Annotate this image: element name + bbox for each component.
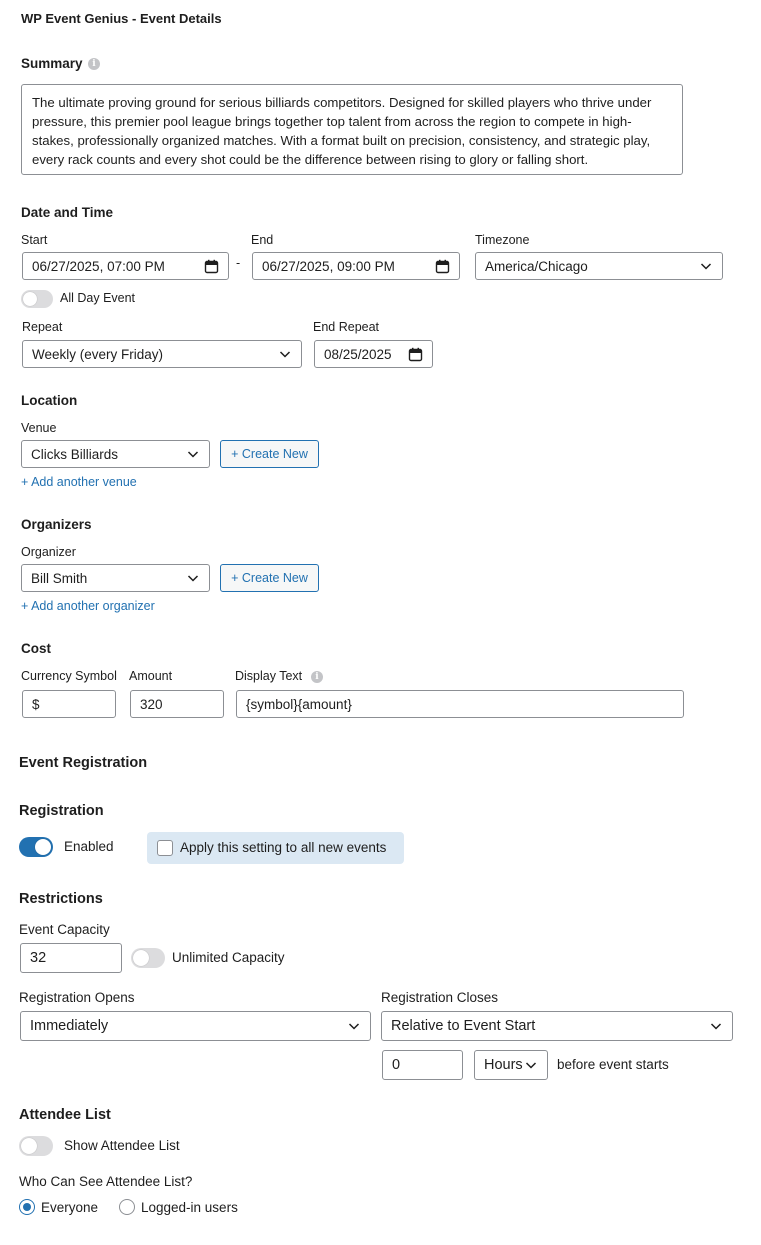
registration-heading: Registration [19,803,104,819]
chevron-down-icon [709,1019,723,1033]
chevron-down-icon [186,447,200,461]
organizer-value: Bill Smith [31,570,88,586]
amount-input[interactable]: 320 [130,690,224,718]
show-attendee-label: Show Attendee List [64,1138,180,1153]
organizers-heading: Organizers [21,517,92,532]
all-day-label: All Day Event [60,291,136,305]
capacity-value: 32 [30,950,47,966]
organizer-select[interactable]: Bill Smith [21,564,210,592]
add-organizer-link[interactable]: + Add another organizer [21,599,155,613]
add-venue-link[interactable]: + Add another venue [21,475,137,489]
repeat-label: Repeat [22,320,63,334]
amount-value: 320 [140,696,163,712]
registration-opens-select[interactable]: Immediately [20,1011,371,1041]
page-title: WP Event Genius - Event Details [21,11,222,26]
repeat-value: Weekly (every Friday) [32,346,164,362]
registration-opens-label: Registration Opens [19,990,135,1005]
registration-closes-label: Registration Closes [381,990,499,1005]
apply-all-checkbox[interactable] [157,840,173,856]
capacity-input[interactable]: 32 [20,943,122,973]
cost-heading: Cost [21,641,51,656]
unlimited-capacity-toggle[interactable] [131,948,165,968]
apply-all-label: Apply this setting to all new events [180,840,387,855]
create-venue-button[interactable]: + Create New [220,440,319,468]
calendar-icon[interactable] [408,347,423,362]
date-separator: - [236,256,241,270]
end-repeat-input[interactable]: 08/25/2025 [314,340,433,368]
display-text-label: Display Text [235,669,303,683]
start-label: Start [21,233,48,247]
chevron-down-icon [699,259,713,273]
close-unit-select[interactable]: Hours [474,1050,548,1080]
currency-input[interactable]: $ [22,690,116,718]
venue-select[interactable]: Clicks Billiards [21,440,210,468]
info-icon[interactable]: i [88,58,100,70]
venue-label: Venue [21,421,57,435]
repeat-select[interactable]: Weekly (every Friday) [22,340,302,368]
end-label: End [251,233,274,247]
end-repeat-label: End Repeat [313,320,380,334]
chevron-down-icon [524,1058,538,1072]
all-day-toggle[interactable] [21,290,53,308]
timezone-select[interactable]: America/Chicago [475,252,723,280]
attendee-list-heading: Attendee List [19,1107,111,1123]
display-text-value: {symbol}{amount} [246,696,352,712]
timezone-value: America/Chicago [485,258,588,274]
display-text-input[interactable]: {symbol}{amount} [236,690,684,718]
radio-logged-in[interactable] [119,1199,135,1215]
event-registration-heading: Event Registration [19,755,148,771]
restrictions-heading: Restrictions [19,891,103,907]
amount-label: Amount [129,669,173,683]
registration-opens-value: Immediately [30,1018,109,1034]
registration-closes-value: Relative to Event Start [391,1018,536,1034]
calendar-icon[interactable] [435,259,450,274]
timezone-label: Timezone [475,233,530,247]
capacity-label: Event Capacity [19,922,110,937]
organizer-label: Organizer [21,545,76,559]
registration-closes-select[interactable]: Relative to Event Start [381,1011,733,1041]
radio-everyone-label: Everyone [41,1200,99,1215]
unlimited-capacity-label: Unlimited Capacity [172,950,285,965]
apply-all-option[interactable]: Apply this setting to all new events [147,832,404,864]
radio-everyone[interactable] [19,1199,35,1215]
end-datetime-value: 06/27/2025, 09:00 PM [262,258,395,274]
before-event-text: before event starts [557,1057,669,1072]
close-unit-value: Hours [484,1057,523,1073]
toggle-knob [35,839,51,855]
who-can-see-label: Who Can See Attendee List? [19,1174,193,1189]
currency-value: $ [32,696,40,712]
start-datetime-input[interactable]: 06/27/2025, 07:00 PM [22,252,229,280]
info-icon[interactable]: i [311,671,323,683]
location-heading: Location [21,393,78,408]
summary-heading: Summary [21,56,83,71]
chevron-down-icon [278,347,292,361]
close-offset-input[interactable]: 0 [382,1050,463,1080]
date-time-heading: Date and Time [21,205,114,220]
toggle-knob [23,292,37,306]
currency-label: Currency Symbol [21,669,117,683]
chevron-down-icon [347,1019,361,1033]
registration-enabled-toggle[interactable] [19,837,53,857]
show-attendee-toggle[interactable] [19,1136,53,1156]
registration-enabled-label: Enabled [64,839,114,854]
chevron-down-icon [186,571,200,585]
create-organizer-button[interactable]: + Create New [220,564,319,592]
start-datetime-value: 06/27/2025, 07:00 PM [32,258,165,274]
toggle-knob [133,950,149,966]
summary-textarea[interactable]: The ultimate proving ground for serious … [21,84,683,175]
radio-logged-in-label: Logged-in users [141,1200,238,1215]
venue-value: Clicks Billiards [31,446,119,462]
end-repeat-value: 08/25/2025 [324,346,392,362]
end-datetime-input[interactable]: 06/27/2025, 09:00 PM [252,252,460,280]
calendar-icon[interactable] [204,259,219,274]
close-offset-value: 0 [392,1057,401,1073]
toggle-knob [21,1138,37,1154]
